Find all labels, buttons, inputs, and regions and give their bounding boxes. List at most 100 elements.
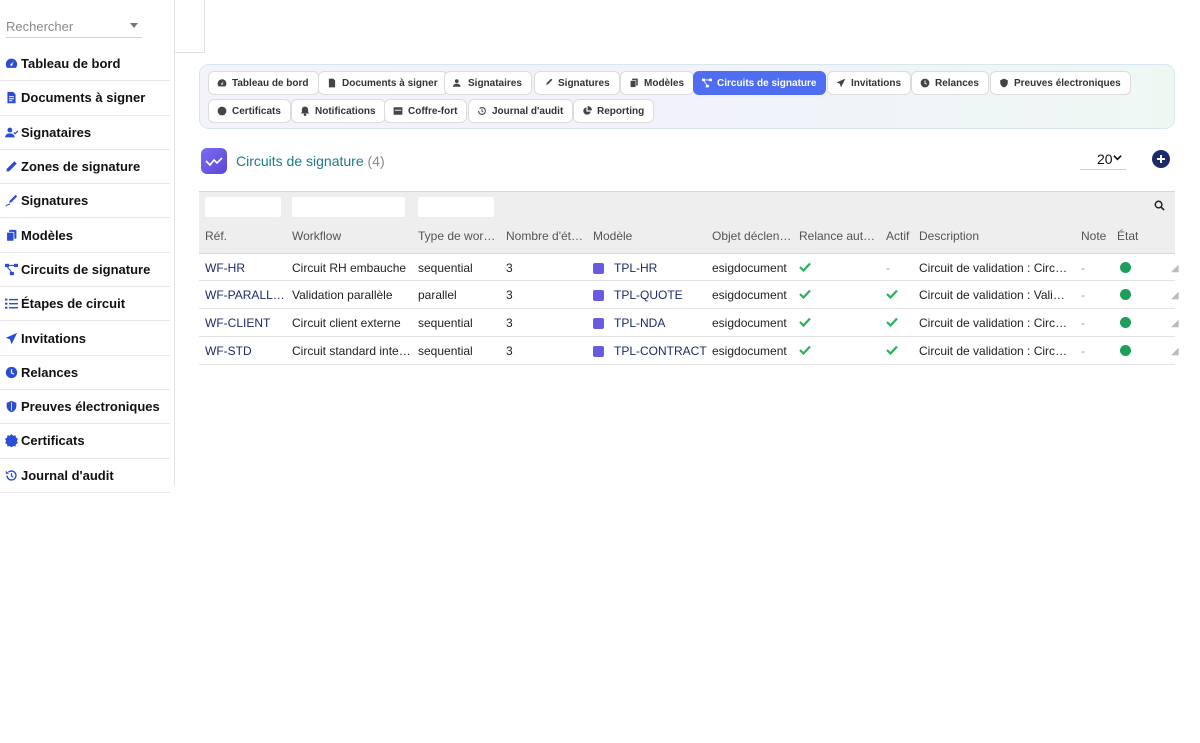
sidebar-item-preuves[interactable]: Preuves électroniques	[0, 390, 170, 425]
tab-tableau-de-bord[interactable]: Tableau de bord	[208, 71, 319, 95]
cell-model[interactable]: TPL-NDA	[614, 316, 709, 330]
users-icon	[5, 126, 18, 139]
circuits-table: Réf. Workflow Type de wor… Nombre d'ét… …	[199, 191, 1179, 365]
check-icon	[886, 316, 898, 330]
page-size-value: 20	[1097, 151, 1113, 167]
copy-icon	[5, 229, 18, 242]
table-row[interactable]: WF-STD Circuit standard interne sequenti…	[199, 337, 1179, 365]
cell-description: Circuit de validation : Circuit…	[919, 344, 1069, 358]
sidebar-item-modeles[interactable]: Modèles	[0, 218, 170, 253]
tab-modeles[interactable]: Modèles	[620, 71, 695, 95]
record-count: (4)	[367, 153, 385, 169]
table-body: WF-HR Circuit RH embauche sequential 3 T…	[199, 253, 1179, 365]
cell-object: esigdocument	[712, 316, 787, 330]
tab-relances[interactable]: Relances	[911, 71, 989, 95]
row-edge-icon: ◢	[1171, 318, 1179, 329]
tab-label: Preuves électroniques	[1014, 77, 1121, 89]
sidebar-item-signatures[interactable]: Signatures	[0, 184, 170, 219]
cell-model[interactable]: TPL-HR	[614, 261, 709, 275]
sidebar-item-signataires[interactable]: Signataires	[0, 116, 170, 150]
tab-signatures[interactable]: Signatures	[534, 71, 620, 95]
column-header-workflow[interactable]: Workflow	[292, 229, 407, 243]
tab-invitations[interactable]: Invitations	[827, 71, 912, 95]
sidebar-item-invitations[interactable]: Invitations	[0, 321, 170, 356]
column-header-actif[interactable]: Actif	[886, 229, 916, 243]
tab-certificats[interactable]: Certificats	[208, 99, 291, 123]
sidebar-item-journal[interactable]: Journal d'audit	[0, 459, 170, 493]
column-header-object[interactable]: Objet déclen…	[712, 229, 792, 243]
cell-workflow: Circuit standard interne	[292, 344, 412, 358]
column-header-note[interactable]: Note	[1081, 229, 1111, 243]
page-size-select[interactable]: 20	[1080, 148, 1126, 170]
cell-ref[interactable]: WF-CLIENT	[205, 316, 285, 330]
sidebar-item-documents[interactable]: Documents à signer	[0, 81, 170, 116]
cell-description: Circuit de validation : Circuit…	[919, 316, 1069, 330]
cell-actif-empty: -	[886, 261, 890, 275]
search-select[interactable]: Rechercher	[6, 14, 142, 38]
history-icon	[477, 106, 487, 116]
cell-ref[interactable]: WF-PARALLEL	[205, 288, 285, 302]
sidebar-item-relances[interactable]: Relances	[0, 356, 170, 390]
table-row[interactable]: WF-HR Circuit RH embauche sequential 3 T…	[199, 253, 1179, 281]
sidebar: Rechercher Tableau de bord Documents à s…	[0, 0, 175, 493]
table-row[interactable]: WF-PARALLEL Validation parallèle paralle…	[199, 281, 1179, 309]
filter-ref-input[interactable]	[205, 197, 281, 217]
cell-ref[interactable]: WF-HR	[205, 261, 285, 275]
signature-icon	[543, 78, 553, 88]
tab-preuves[interactable]: Preuves électroniques	[990, 71, 1131, 95]
certificate-icon	[5, 434, 18, 448]
sidebar-item-circuits[interactable]: Circuits de signature	[0, 253, 170, 288]
tab-circuits[interactable]: Circuits de signature	[693, 71, 827, 95]
column-header-etat[interactable]: État	[1117, 229, 1157, 243]
cell-description: Circuit de validation : Validat…	[919, 288, 1069, 302]
sidebar-item-tableau-de-bord[interactable]: Tableau de bord	[0, 47, 170, 82]
cell-type: sequential	[418, 344, 473, 358]
sidebar-item-zones[interactable]: Zones de signature	[0, 150, 170, 185]
copy-icon	[629, 78, 639, 88]
search-icon[interactable]	[1154, 200, 1165, 211]
sidebar-item-label: Circuits de signature	[21, 261, 151, 277]
chart-pie-icon	[582, 106, 592, 116]
model-icon	[593, 290, 604, 301]
sidebar-item-label: Signataires	[21, 124, 92, 140]
column-header-description[interactable]: Description	[919, 229, 1069, 243]
tab-label: Coffre-fort	[408, 105, 458, 117]
tab-label: Documents à signer	[342, 77, 438, 89]
sidebar-item-label: Tableau de bord	[21, 56, 121, 72]
table-row[interactable]: WF-CLIENT Circuit client externe sequent…	[199, 309, 1179, 337]
cell-ref[interactable]: WF-STD	[205, 344, 285, 358]
tab-journal[interactable]: Journal d'audit	[468, 99, 574, 123]
check-icon	[799, 288, 811, 302]
clock-icon	[5, 366, 18, 379]
tab-reporting[interactable]: Reporting	[573, 99, 655, 123]
add-circuit-button[interactable]	[1152, 150, 1170, 168]
cell-type: parallel	[418, 288, 457, 302]
tab-documents[interactable]: Documents à signer	[318, 71, 448, 95]
cell-steps: 3	[506, 344, 513, 358]
cell-steps: 3	[506, 316, 513, 330]
module-tabbar: Tableau de bord Documents à signer Signa…	[199, 64, 1175, 129]
model-icon	[593, 263, 604, 274]
column-header-model[interactable]: Modèle	[593, 229, 703, 243]
cell-model[interactable]: TPL-QUOTE	[614, 288, 709, 302]
column-header-relance[interactable]: Relance aut…	[799, 229, 879, 243]
column-header-type[interactable]: Type de wor…	[418, 229, 498, 243]
filter-type-input[interactable]	[418, 197, 494, 217]
cell-workflow: Validation parallèle	[292, 288, 393, 302]
dashboard-icon	[5, 57, 18, 70]
sidebar-item-certificats[interactable]: Certificats	[0, 424, 170, 459]
tab-signataires[interactable]: Signataires	[444, 71, 532, 95]
tab-label: Signataires	[468, 77, 522, 89]
column-header-steps[interactable]: Nombre d'ét…	[506, 229, 586, 243]
cell-model[interactable]: TPL-CONTRACT	[614, 344, 709, 358]
sidebar-item-etapes[interactable]: Étapes de circuit	[0, 287, 170, 322]
tab-notifications[interactable]: Notifications	[291, 99, 386, 123]
history-icon	[5, 469, 18, 482]
search-placeholder: Rechercher	[6, 19, 74, 34]
tab-coffre-fort[interactable]: Coffre-fort	[384, 99, 468, 123]
filter-workflow-input[interactable]	[292, 197, 405, 217]
column-header-ref[interactable]: Réf.	[205, 229, 285, 243]
cell-object: esigdocument	[712, 344, 787, 358]
sidebar-item-label: Invitations	[21, 330, 87, 346]
cell-note: -	[1081, 288, 1085, 302]
